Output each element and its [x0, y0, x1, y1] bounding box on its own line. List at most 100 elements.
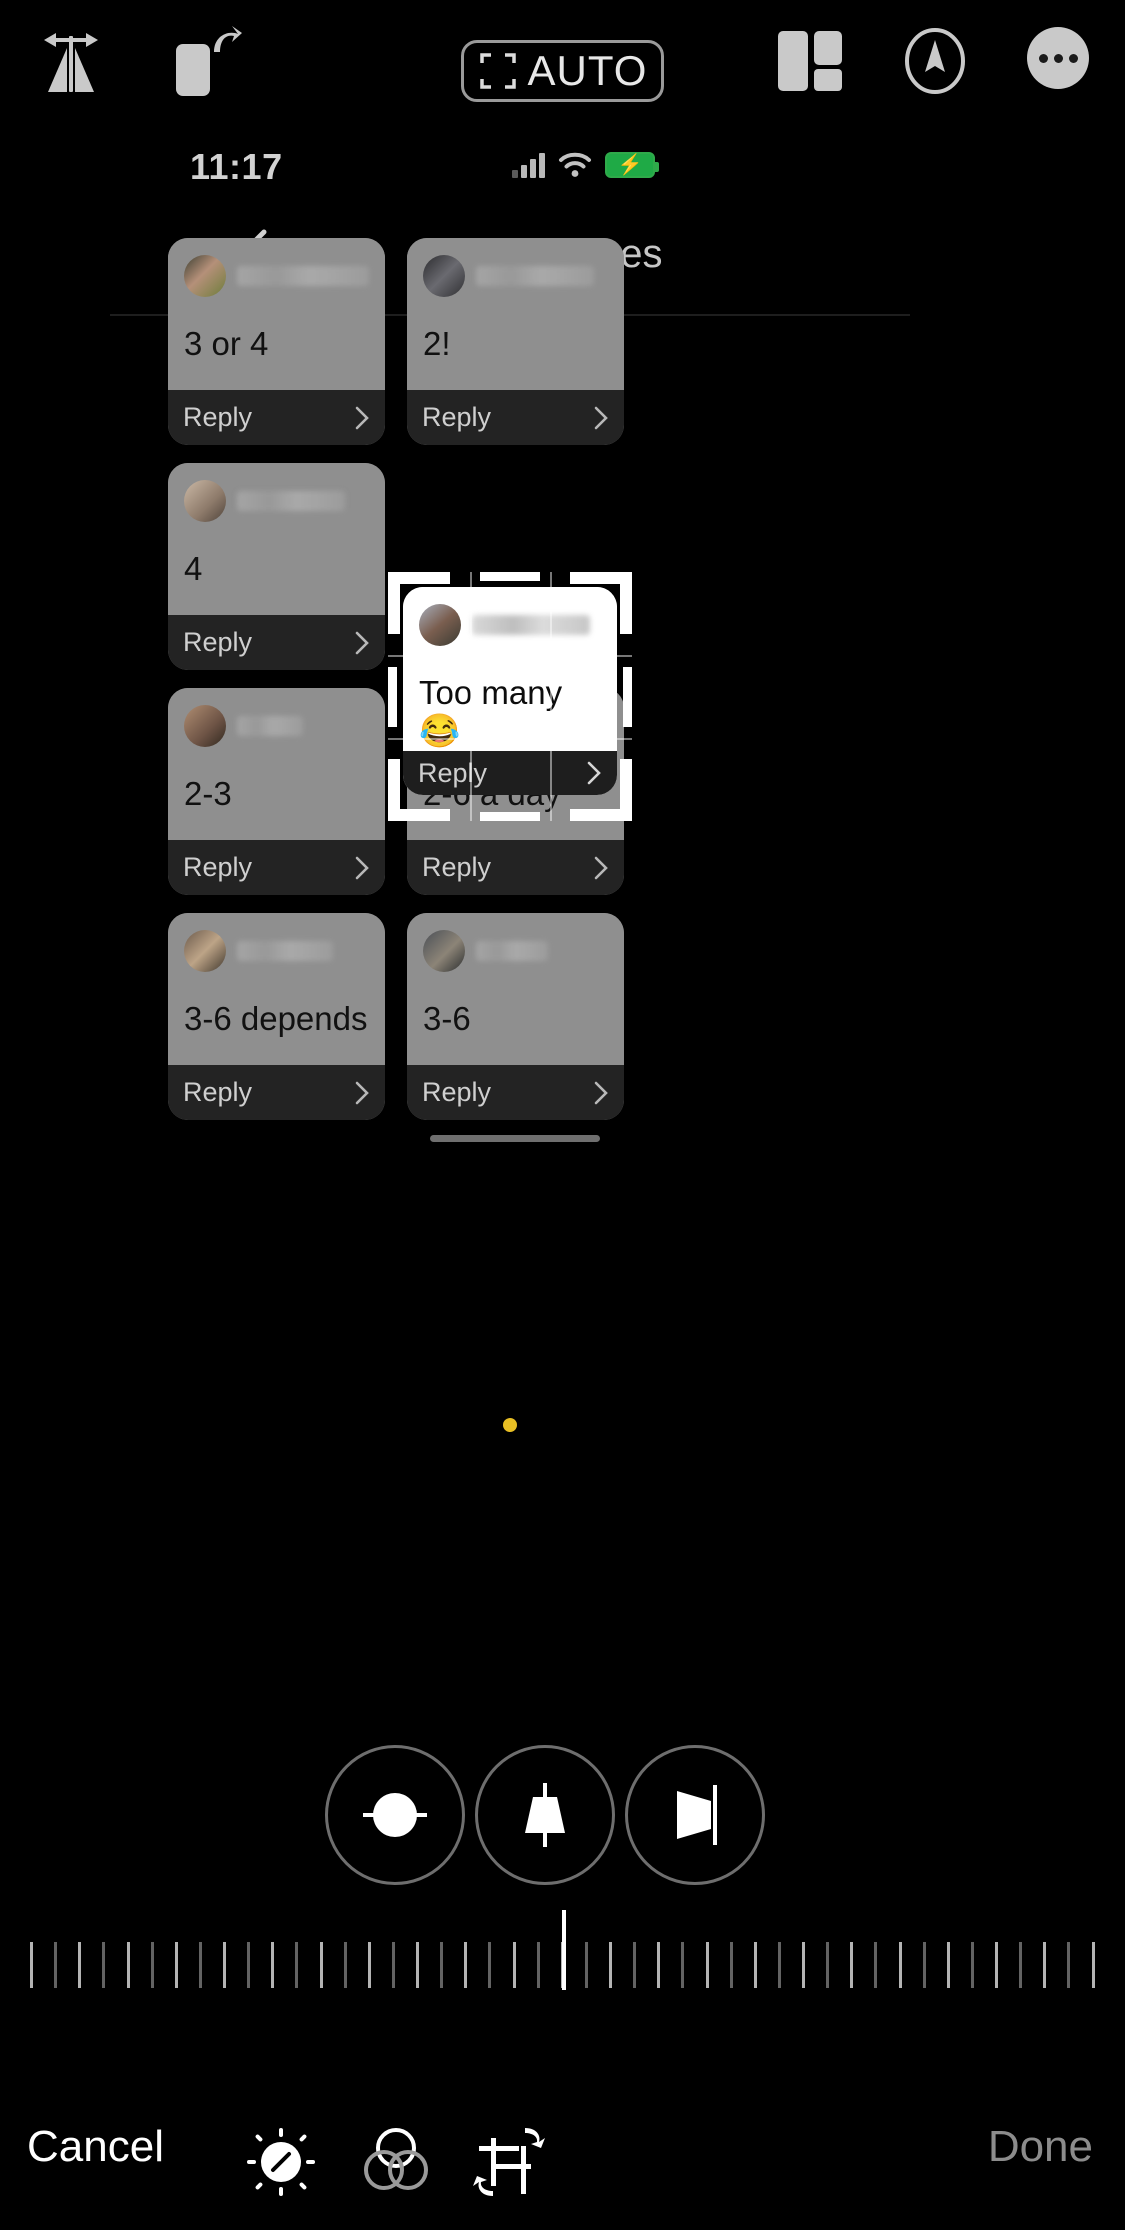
- response-text: 3-6: [423, 1000, 471, 1037]
- horizontal-perspective-tool-button[interactable]: [625, 1745, 765, 1885]
- vertical-perspective-tool-button[interactable]: [475, 1745, 615, 1885]
- card-body: 2-3: [168, 688, 385, 840]
- crop-tool-button[interactable]: [463, 2116, 555, 2208]
- reply-label: Reply: [183, 1077, 253, 1107]
- rotate-icon: [176, 26, 242, 96]
- reply-label: Reply: [422, 1077, 492, 1107]
- perspective-tools: [0, 1745, 1125, 1905]
- username-redacted: [237, 491, 345, 511]
- scroll-indicator[interactable]: [430, 1135, 600, 1142]
- response-text: 4: [184, 550, 203, 587]
- ruler-center-indicator: [562, 1910, 566, 1990]
- response-card[interactable]: 3 or 4 Reply: [168, 238, 385, 445]
- avatar: [419, 604, 461, 646]
- response-card[interactable]: 2-3 Reply: [168, 688, 385, 895]
- selected-response-card-wrapper[interactable]: Too many 😂 Reply: [388, 572, 632, 821]
- avatar: [184, 705, 226, 747]
- crop-handle-top-center[interactable]: [480, 572, 540, 581]
- response-card[interactable]: 3-6 Reply: [407, 913, 624, 1120]
- chevron-right-icon: [594, 856, 608, 879]
- status-time: 11:17: [190, 146, 283, 187]
- card-header: [184, 255, 369, 297]
- reply-button[interactable]: Reply: [168, 1065, 385, 1120]
- auto-frame-icon: [479, 53, 516, 89]
- reply-label: Reply: [418, 757, 488, 788]
- crop-rotate-icon: [473, 2128, 545, 2196]
- avatar: [423, 930, 465, 972]
- status-indicators: ⚡: [512, 152, 659, 178]
- card-header: [184, 930, 369, 972]
- username-redacted: [476, 266, 594, 286]
- reply-label: Reply: [183, 627, 253, 657]
- avatar: [184, 255, 226, 297]
- horizontal-perspective-icon: [677, 1785, 717, 1845]
- crop-handle-right-top[interactable]: [620, 572, 632, 634]
- chevron-right-icon: [594, 1081, 608, 1104]
- card-body: 4: [168, 463, 385, 615]
- more-options-icon: [1027, 27, 1089, 89]
- crop-handle-right-bottom[interactable]: [620, 759, 632, 821]
- response-text: 2!: [423, 325, 451, 362]
- adjust-tool-button[interactable]: [235, 2116, 327, 2208]
- reply-button[interactable]: Reply: [168, 390, 385, 445]
- response-card[interactable]: 2! Reply: [407, 238, 624, 445]
- flip-horizontal-icon: [44, 33, 98, 92]
- more-options-button[interactable]: [1027, 27, 1089, 89]
- battery-charging-icon: ⚡: [605, 152, 659, 178]
- crop-handle-bottom-left[interactable]: [388, 809, 450, 821]
- straighten-icon: [363, 1793, 427, 1837]
- card-body: 3 or 4: [168, 238, 385, 390]
- crop-handle-bottom-right[interactable]: [570, 809, 632, 821]
- angle-ruler[interactable]: [0, 1900, 1125, 2010]
- crop-handle-bottom-center[interactable]: [480, 812, 540, 821]
- done-button[interactable]: Done: [988, 2122, 1093, 2172]
- response-card-selected[interactable]: Too many 😂 Reply: [403, 587, 617, 795]
- flip-horizontal-button[interactable]: [28, 28, 114, 98]
- reply-button[interactable]: Reply: [403, 751, 617, 795]
- chevron-right-icon: [355, 856, 369, 879]
- crop-handle-top-right[interactable]: [570, 572, 632, 584]
- reply-button[interactable]: Reply: [168, 840, 385, 895]
- card-body: 3-6: [407, 913, 624, 1065]
- reply-button[interactable]: Reply: [407, 390, 624, 445]
- avatar: [184, 480, 226, 522]
- reply-label: Reply: [422, 852, 492, 882]
- crop-handle-top-left[interactable]: [388, 572, 450, 584]
- markup-button[interactable]: [898, 24, 972, 98]
- username-redacted: [237, 266, 369, 286]
- photo-editor-screen: AUTO 11:17 ⚡ 3 or 4 Reply 2! Reply 4 Rep…: [0, 0, 1125, 2230]
- filters-tool-button[interactable]: [350, 2116, 442, 2208]
- filters-circles-icon: [364, 2128, 428, 2190]
- card-body: 3-6 depends: [168, 913, 385, 1065]
- crop-handle-right-center[interactable]: [623, 667, 632, 727]
- auto-enhance-button[interactable]: AUTO: [461, 40, 664, 102]
- screenshot-statusbar: 11:17 ⚡: [0, 120, 1125, 210]
- card-header: [184, 705, 369, 747]
- response-card[interactable]: 4 Reply: [168, 463, 385, 670]
- username-redacted: [237, 941, 333, 961]
- reply-label: Reply: [183, 402, 253, 432]
- response-card[interactable]: 3-6 depends Reply: [168, 913, 385, 1120]
- reply-button[interactable]: Reply: [407, 1065, 624, 1120]
- card-header: [184, 480, 369, 522]
- cancel-button[interactable]: Cancel: [27, 2122, 164, 2172]
- rotate-button[interactable]: [165, 22, 251, 100]
- chevron-right-icon: [355, 631, 369, 654]
- photo-canvas[interactable]: 11:17 ⚡ Responses: [0, 120, 1125, 1660]
- crop-handle-left-top[interactable]: [388, 572, 400, 634]
- response-text: Too many 😂: [419, 674, 563, 749]
- card-header: [423, 930, 608, 972]
- responses-row: 3-6 depends Reply 3-6 Reply: [168, 913, 624, 1120]
- chevron-right-icon: [355, 406, 369, 429]
- markup-pen-icon: [905, 28, 965, 94]
- chevron-right-icon: [594, 406, 608, 429]
- adjust-dial-icon: [247, 2128, 315, 2196]
- crop-handle-left-bottom[interactable]: [388, 759, 400, 821]
- reply-label: Reply: [422, 402, 492, 432]
- reply-button[interactable]: Reply: [407, 840, 624, 895]
- crop-handle-left-center[interactable]: [388, 667, 397, 727]
- reply-button[interactable]: Reply: [168, 615, 385, 670]
- response-text: 2-3: [184, 775, 232, 812]
- aspect-ratio-button[interactable]: [770, 25, 850, 97]
- straighten-tool-button[interactable]: [325, 1745, 465, 1885]
